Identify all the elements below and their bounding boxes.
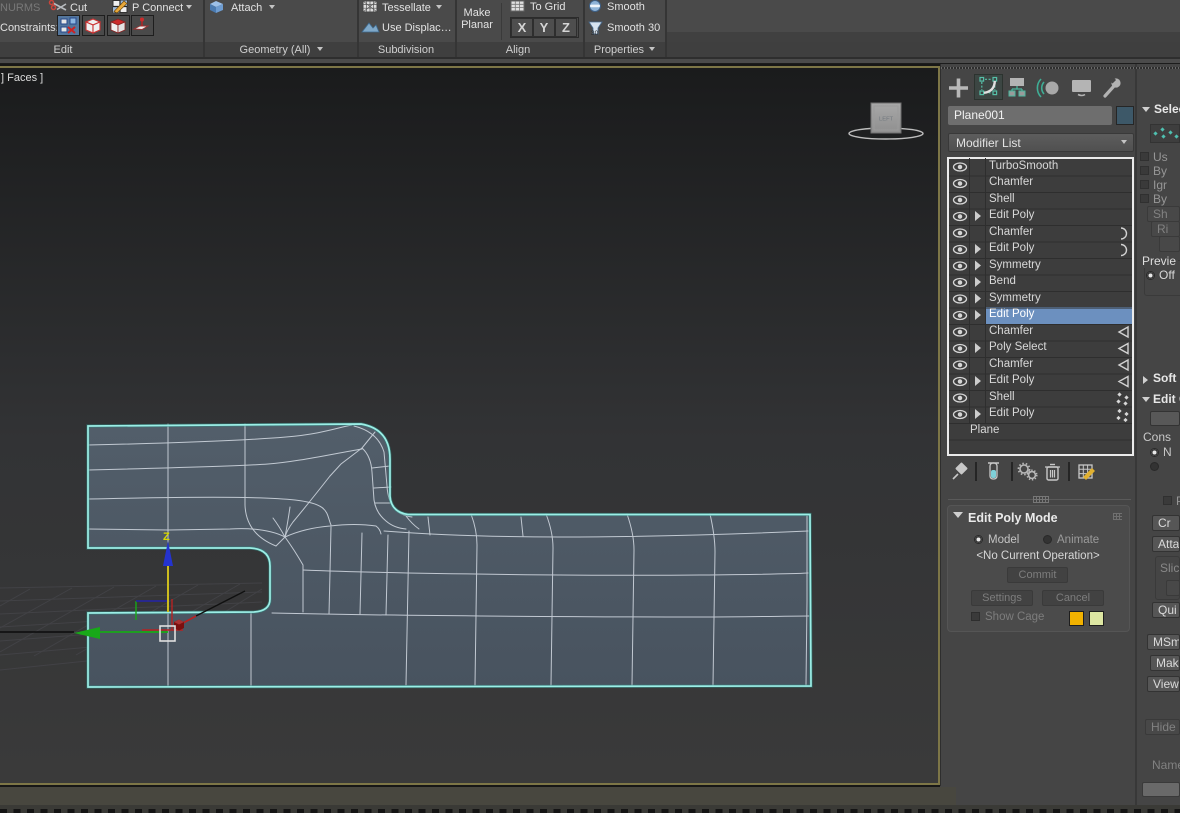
svg-text:LEFT: LEFT	[879, 117, 894, 123]
svg-text:30: 30	[591, 30, 599, 37]
svg-text:Z: Z	[163, 531, 170, 543]
